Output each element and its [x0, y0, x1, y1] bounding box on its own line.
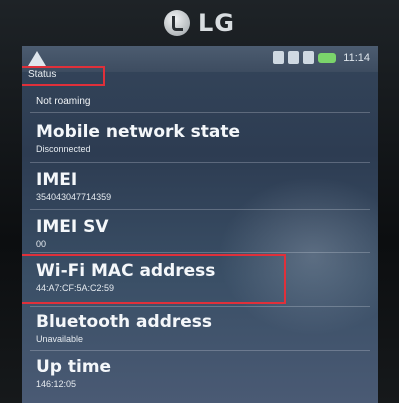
divider	[30, 112, 370, 113]
phone-screen: 11:14 Status Not roaming Mobile network …	[22, 46, 378, 403]
item-label: Bluetooth address	[36, 312, 213, 332]
item-label: IMEI SV	[36, 217, 109, 237]
warning-icon	[28, 51, 46, 66]
roaming-caption: Not roaming	[36, 96, 91, 107]
status-clock: 11:14	[343, 51, 370, 64]
battery-icon	[318, 52, 337, 63]
divider	[30, 252, 370, 253]
item-value: 146:12:05	[36, 379, 77, 389]
wifi-mac-highlight-box	[22, 254, 286, 304]
sim-icon	[273, 51, 285, 64]
divider	[30, 306, 370, 307]
list-item-up-time[interactable]: Up time 146:12:05	[36, 357, 368, 390]
sync-icon	[288, 51, 300, 64]
signal-icon	[303, 51, 315, 64]
brand-name: LG	[198, 9, 235, 37]
divider	[30, 350, 370, 351]
item-value: 00	[36, 239, 47, 249]
list-item-mobile-network-state[interactable]: Mobile network state Disconnected	[36, 122, 368, 155]
list-item-bluetooth-address[interactable]: Bluetooth address Unavailable	[36, 312, 368, 345]
item-value: Unavailable	[36, 334, 84, 344]
item-label: IMEI	[36, 170, 78, 190]
item-value: Disconnected	[36, 144, 91, 154]
list-item-imei[interactable]: IMEI 354043047714359	[36, 170, 368, 203]
lg-logo-icon	[164, 10, 190, 36]
item-value: 354043047714359	[36, 192, 112, 202]
list-item-imei-sv[interactable]: IMEI SV 00	[36, 217, 368, 250]
item-label: Mobile network state	[36, 122, 240, 142]
title-highlight-box	[22, 66, 105, 86]
brand-header: LG	[0, 6, 399, 40]
status-icons: 11:14	[273, 51, 370, 64]
divider	[30, 209, 370, 210]
divider	[30, 162, 370, 163]
item-label: Up time	[36, 357, 112, 377]
